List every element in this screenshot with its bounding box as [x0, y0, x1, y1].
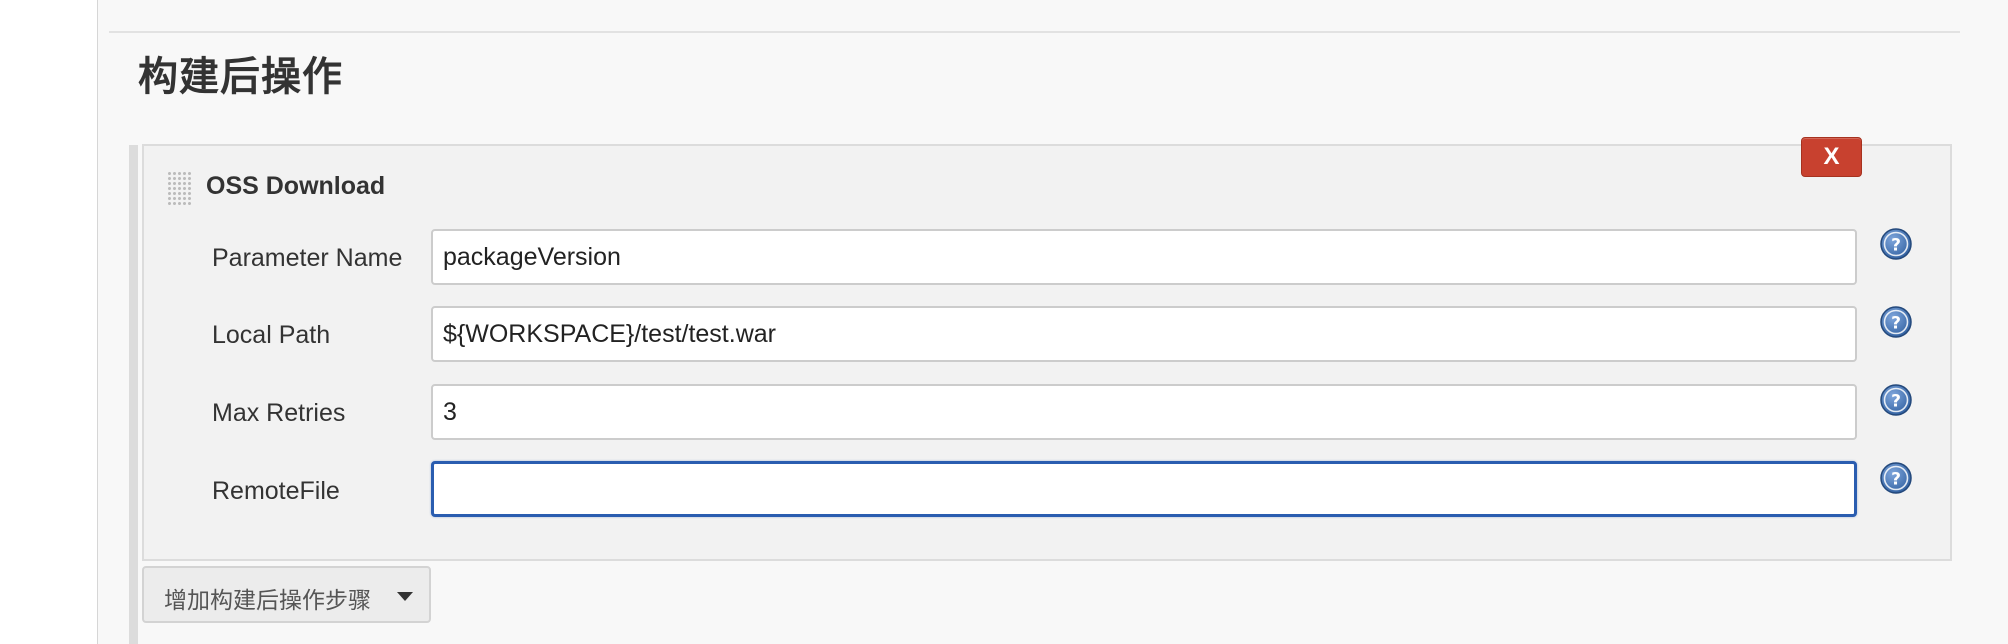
local-path-label: Local Path	[212, 321, 331, 349]
svg-text:?: ?	[1891, 236, 1901, 256]
svg-text:?: ?	[1891, 314, 1901, 334]
local-path-input[interactable]	[431, 306, 1857, 362]
parameter-name-input[interactable]	[431, 229, 1857, 285]
section-divider	[109, 31, 1960, 33]
max-retries-input[interactable]	[431, 384, 1857, 440]
delete-step-button[interactable]: X	[1801, 137, 1862, 177]
drag-handle-icon[interactable]	[167, 171, 191, 207]
remote-file-help-icon[interactable]: ?	[1880, 462, 1912, 494]
remote-file-label: RemoteFile	[212, 477, 340, 505]
remote-file-input[interactable]	[431, 461, 1857, 517]
max-retries-help-icon[interactable]: ?	[1880, 384, 1912, 416]
svg-text:?: ?	[1891, 392, 1901, 412]
parameter-name-help-icon[interactable]: ?	[1880, 228, 1912, 260]
svg-text:?: ?	[1891, 470, 1901, 490]
local-path-help-icon[interactable]: ?	[1880, 306, 1912, 338]
max-retries-label: Max Retries	[212, 399, 346, 427]
step-accent-bar	[129, 145, 138, 644]
add-post-build-step-label: 增加构建后操作步骤	[164, 588, 371, 614]
section-title: 构建后操作	[138, 54, 343, 100]
add-post-build-step-button[interactable]: 增加构建后操作步骤	[142, 566, 431, 623]
parameter-name-label: Parameter Name	[212, 244, 403, 272]
step-title: OSS Download	[206, 172, 386, 200]
chevron-down-icon	[397, 592, 413, 601]
